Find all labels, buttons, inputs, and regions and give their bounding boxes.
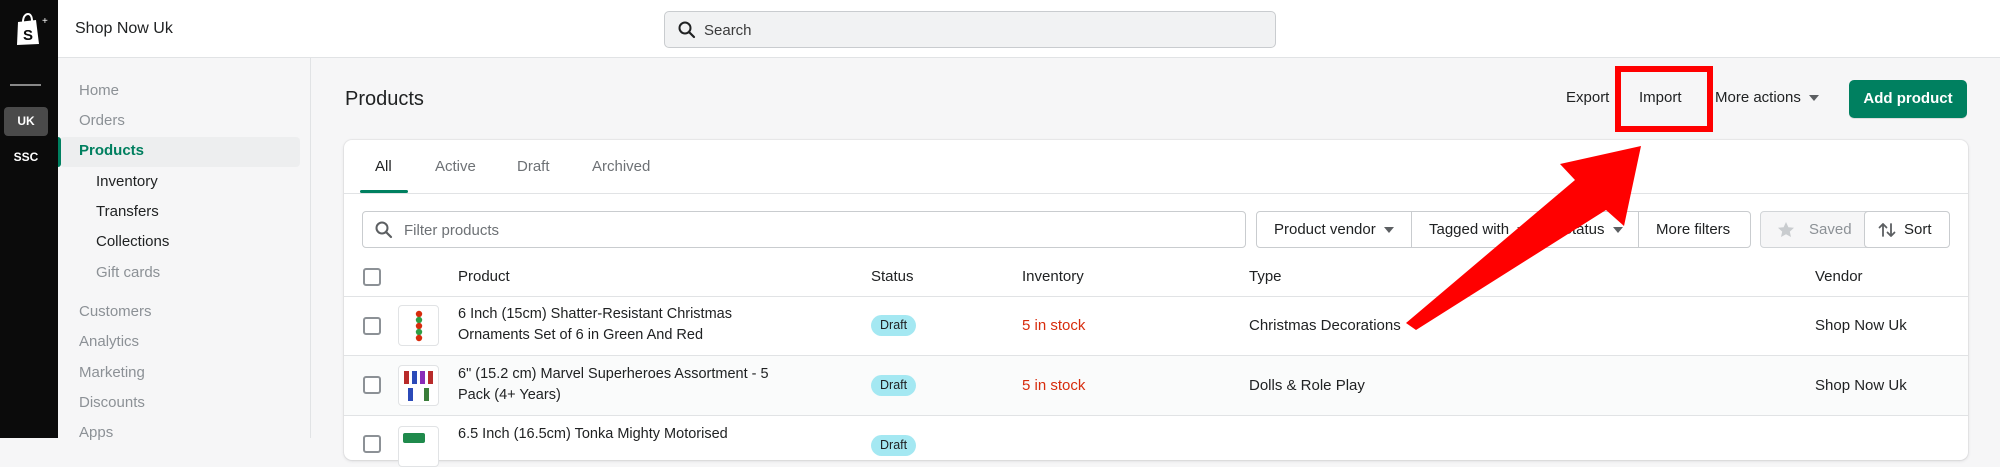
row-checkbox[interactable] [363, 317, 381, 335]
sidebar-item-inventory[interactable]: Inventory [96, 173, 158, 190]
tab-archived[interactable]: Archived [592, 158, 650, 175]
product-thumbnail[interactable] [398, 305, 439, 346]
product-vendor-filter[interactable]: Product vendor [1256, 211, 1412, 248]
product-vendor: Shop Now Uk [1815, 317, 1907, 334]
sidebar-item-apps[interactable]: Apps [79, 424, 113, 441]
add-product-button[interactable]: Add product [1849, 80, 1967, 118]
page-title: Products [345, 88, 424, 110]
chevron-down-icon [1517, 227, 1528, 234]
nav-active-indicator [58, 137, 61, 167]
sidebar-nav: Home Orders Products Inventory Transfers… [58, 58, 311, 441]
saved-label: Saved [1809, 221, 1852, 238]
filter-products-input[interactable]: Filter products [362, 211, 1246, 248]
column-header-status[interactable]: Status [871, 268, 914, 285]
table-header-divider [344, 296, 1968, 297]
sort-button[interactable]: Sort [1864, 211, 1950, 248]
more-actions-button[interactable]: More actions [1715, 89, 1819, 106]
tab-active[interactable]: Active [435, 158, 476, 175]
sort-icon [1878, 223, 1896, 237]
select-all-checkbox[interactable] [363, 268, 381, 286]
product-thumbnail[interactable] [398, 426, 439, 467]
products-card: All Active Draft Archived Filter product… [344, 140, 1968, 467]
product-name-link[interactable]: 6 Inch (15cm) Shatter-Resistant Christma… [458, 304, 788, 346]
status-badge: Draft [871, 435, 917, 456]
star-icon [1778, 222, 1794, 237]
sidebar-item-discounts[interactable]: Discounts [79, 394, 145, 411]
sidebar-item-collections[interactable]: Collections [96, 233, 169, 250]
search-placeholder: Search [704, 22, 752, 39]
column-header-inventory[interactable]: Inventory [1022, 268, 1084, 285]
global-search-input[interactable]: Search [664, 11, 1276, 48]
search-icon [678, 21, 696, 39]
superheroes-image [404, 371, 433, 401]
saved-button[interactable]: Saved [1760, 211, 1873, 248]
product-name-link[interactable]: 6.5 Inch (16.5cm) Tonka Mighty Motorised [458, 424, 788, 445]
tab-all[interactable]: All [375, 158, 392, 175]
export-button[interactable]: Export [1566, 89, 1609, 106]
import-highlight-box [1615, 66, 1713, 132]
chevron-down-icon [1383, 227, 1394, 234]
store-ssc-button[interactable]: SSC [4, 147, 48, 167]
sort-label: Sort [1904, 221, 1932, 238]
product-type: Dolls & Role Play [1249, 377, 1365, 394]
sidebar-item-orders[interactable]: Orders [79, 112, 125, 129]
chevron-down-icon [1612, 227, 1623, 234]
product-vendor-label: Product vendor [1274, 221, 1376, 238]
sidebar-item-transfers[interactable]: Transfers [96, 203, 159, 220]
top-bar: Shop Now Uk Search [0, 0, 2000, 58]
row-checkbox[interactable] [363, 376, 381, 394]
more-actions-label: More actions [1715, 89, 1801, 106]
tagged-with-label: Tagged with [1429, 221, 1510, 238]
svg-text:+: + [42, 16, 48, 27]
store-uk-button[interactable]: UK [4, 107, 48, 136]
column-header-type[interactable]: Type [1249, 268, 1282, 285]
product-type: Christmas Decorations [1249, 317, 1401, 334]
inventory-count: 5 in stock [1022, 317, 1086, 334]
sidebar-item-products[interactable]: Products [79, 142, 144, 159]
filter-placeholder: Filter products [404, 222, 500, 239]
sidebar-item-analytics[interactable]: Analytics [79, 333, 139, 350]
product-vendor: Shop Now Uk [1815, 377, 1907, 394]
ornaments-image [415, 310, 423, 342]
tagged-with-filter[interactable]: Tagged with [1411, 211, 1545, 248]
status-filter-label: Status [1562, 221, 1605, 238]
shop-name[interactable]: Shop Now Uk [75, 20, 173, 38]
tonka-truck-image [403, 433, 425, 443]
sidebar-item-home[interactable]: Home [79, 82, 119, 99]
more-filters-button[interactable]: More filters [1638, 211, 1751, 248]
sidebar-item-marketing[interactable]: Marketing [79, 364, 145, 381]
status-filter[interactable]: Status [1544, 211, 1639, 248]
tab-draft[interactable]: Draft [517, 158, 550, 175]
store-switcher-rail: S + UK SSC [0, 0, 58, 438]
status-badge: Draft [871, 315, 917, 336]
column-header-vendor[interactable]: Vendor [1815, 268, 1863, 285]
inventory-count: 5 in stock [1022, 377, 1086, 394]
product-thumbnail[interactable] [398, 365, 439, 406]
tabs-divider [344, 193, 1968, 194]
column-header-product[interactable]: Product [458, 268, 510, 285]
status-badge: Draft [871, 375, 917, 396]
rail-divider [10, 84, 41, 86]
shopify-logo-icon[interactable]: S + [8, 10, 48, 50]
product-name-link[interactable]: 6" (15.2 cm) Marvel Superheroes Assortme… [458, 364, 788, 406]
search-icon [375, 221, 393, 239]
sidebar-item-customers[interactable]: Customers [79, 303, 152, 320]
svg-text:S: S [23, 27, 33, 44]
row-divider [344, 415, 1968, 416]
chevron-down-icon [1808, 95, 1819, 102]
sidebar-item-gift-cards[interactable]: Gift cards [96, 264, 160, 281]
